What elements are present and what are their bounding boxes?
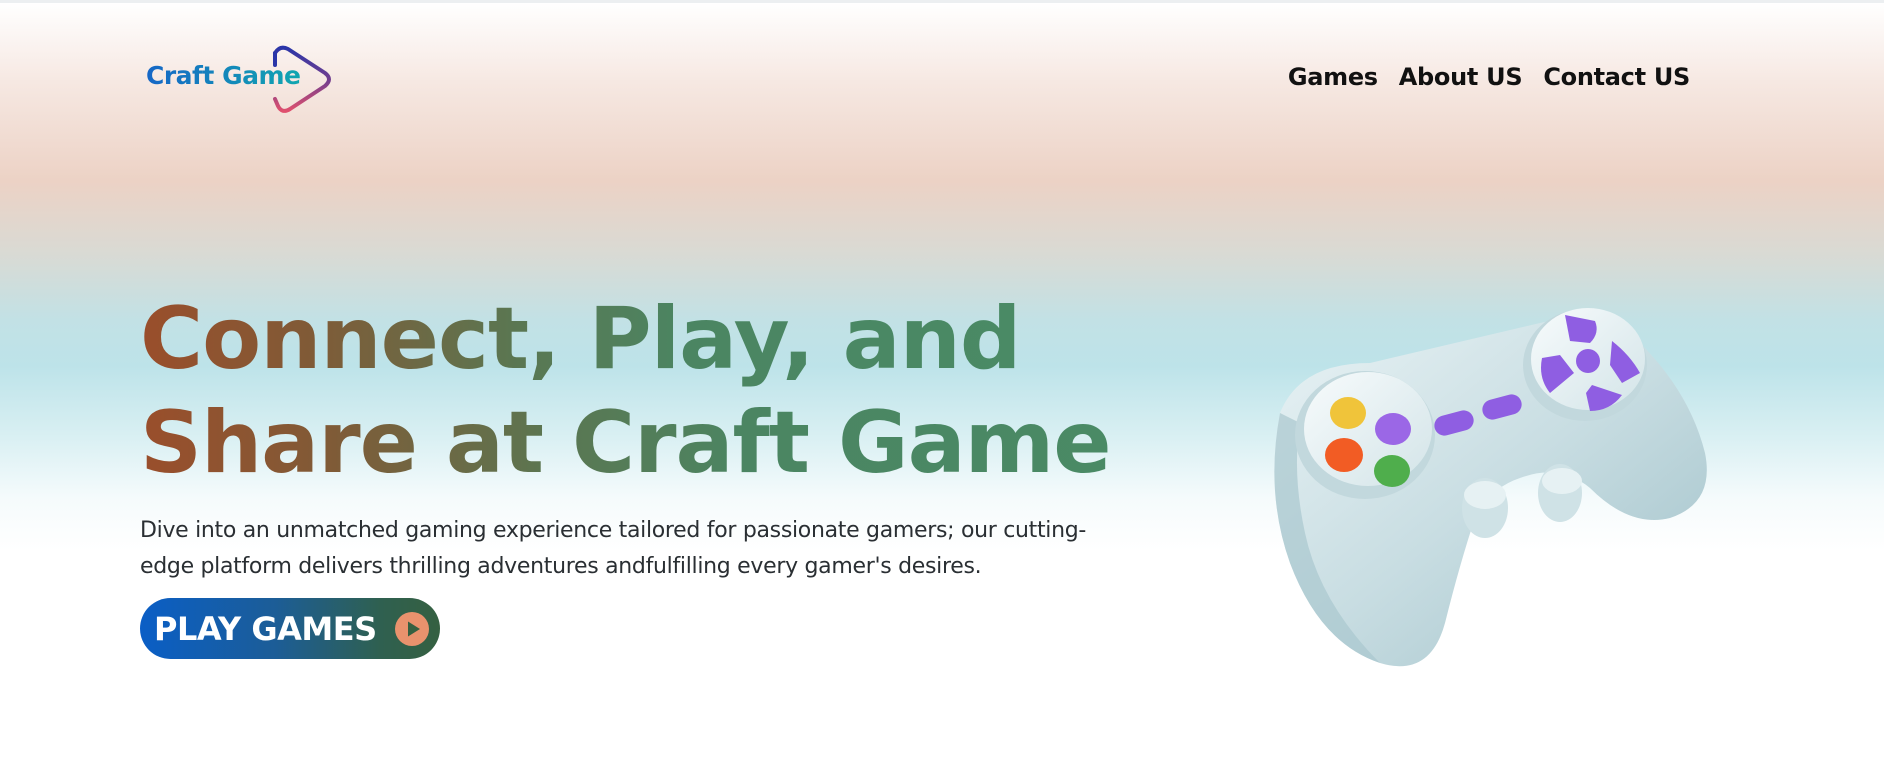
- play-games-label: PLAY GAMES: [154, 609, 377, 648]
- hero-headline-line2: Share at Craft Game: [140, 393, 1112, 493]
- hero-headline: Connect, Play, and Share at Craft Game: [140, 287, 1240, 495]
- nav-link-about-us[interactable]: About US: [1399, 63, 1523, 91]
- game-controller-icon: [1274, 308, 1707, 667]
- logo[interactable]: Craft Game: [144, 43, 334, 119]
- play-games-button[interactable]: PLAY GAMES: [140, 598, 440, 659]
- hero-headline-line1: Connect, Play, and: [140, 289, 1021, 389]
- main-nav: Games About US Contact US: [1288, 63, 1690, 91]
- nav-link-contact-us[interactable]: Contact US: [1543, 63, 1690, 91]
- play-circle-icon: [395, 612, 429, 646]
- logo-text: Craft Game: [146, 61, 301, 90]
- hero-section: Craft Game Games About US Contact US Con…: [0, 3, 1884, 667]
- nav-link-games[interactable]: Games: [1288, 63, 1378, 91]
- hero-description: Dive into an unmatched gaming experience…: [140, 518, 1087, 579]
